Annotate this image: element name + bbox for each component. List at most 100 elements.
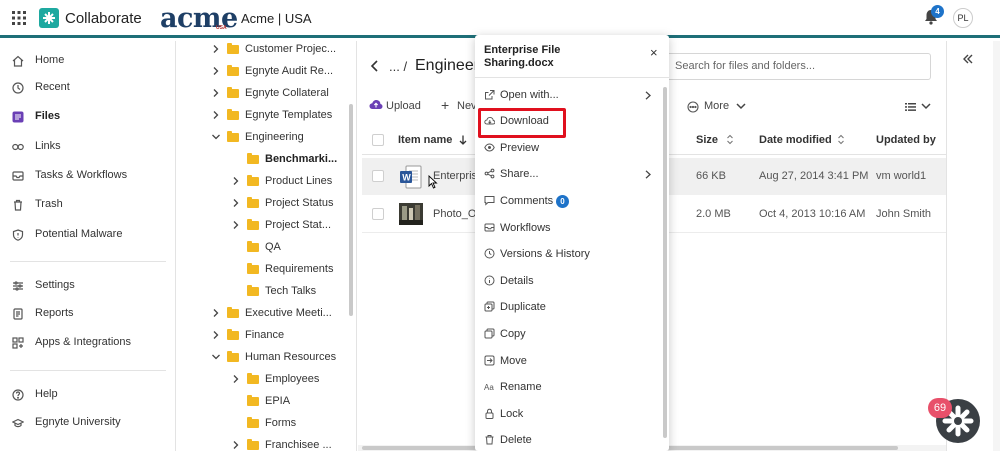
collaborate-logo-icon[interactable] [39, 8, 59, 28]
sort-toggle-icon[interactable] [726, 134, 734, 145]
upload-button[interactable]: Upload [386, 100, 421, 112]
nav-item-files[interactable]: Files [0, 105, 176, 129]
chevron-down-icon[interactable] [921, 103, 931, 110]
trash-icon [12, 199, 24, 211]
select-all-checkbox[interactable] [372, 134, 384, 146]
comment-icon [484, 195, 495, 206]
close-icon[interactable]: × [650, 45, 658, 60]
folder-icon [247, 219, 259, 230]
chevron-right-icon[interactable] [232, 221, 240, 229]
nav-item-trash[interactable]: Trash [0, 193, 176, 217]
sort-arrow-icon[interactable] [459, 135, 467, 145]
tree-scrollbar[interactable] [349, 104, 353, 316]
menu-item-workflows[interactable]: Workflows [475, 216, 661, 241]
column-header-updated-by[interactable]: Updated by [876, 134, 936, 146]
folder-icon [227, 109, 239, 120]
menu-item-share[interactable]: Share... [475, 162, 661, 187]
column-header-name[interactable]: Item name [398, 134, 452, 146]
search-input[interactable] [675, 54, 925, 78]
menu-item-lock[interactable]: Lock [475, 402, 661, 427]
nav-item-reports[interactable]: Reports [0, 302, 176, 326]
chevron-right-icon[interactable] [232, 177, 240, 185]
app-grid-icon[interactable] [12, 11, 26, 25]
chevron-right-icon[interactable] [212, 331, 220, 339]
row-checkbox[interactable] [372, 170, 384, 182]
menu-item-label: Workflows [500, 222, 551, 234]
app-name[interactable]: Collaborate [65, 10, 142, 27]
page-scrollbar[interactable] [993, 41, 1000, 451]
chevron-right-icon[interactable] [212, 67, 220, 75]
nav-item-apps-integrations[interactable]: Apps & Integrations [0, 331, 176, 355]
menu-item-label: Rename [500, 381, 542, 393]
nav-item-settings[interactable]: Settings [0, 274, 176, 298]
row-name[interactable]: Photo_O [433, 208, 476, 220]
chat-unread-badge: 69 [928, 398, 952, 418]
back-arrow-icon[interactable] [370, 60, 380, 72]
menu-item-move[interactable]: Move [475, 349, 661, 374]
menu-item-duplicate[interactable]: Duplicate [475, 295, 661, 320]
chevron-down-icon[interactable] [212, 353, 220, 361]
clock-icon [12, 82, 24, 94]
column-header-date-modified[interactable]: Date modified [759, 134, 832, 146]
tree-item-label: Customer Projec... [245, 43, 337, 55]
plus-icon[interactable]: + [441, 97, 449, 113]
chevron-right-icon[interactable] [232, 375, 240, 383]
menu-item-copy[interactable]: Copy [475, 322, 661, 347]
menu-item-label: Copy [500, 328, 526, 340]
chevron-down-icon[interactable] [736, 103, 746, 110]
graduation-icon [12, 417, 24, 429]
nav-item-links[interactable]: Links [0, 135, 176, 159]
menu-item-label: Versions & History [500, 248, 590, 260]
share-icon [484, 168, 495, 179]
folder-icon [247, 285, 259, 296]
nav-item-potential-malware[interactable]: Potential Malware [0, 223, 176, 247]
nav-item-recent[interactable]: Recent [0, 76, 176, 100]
menu-item-open-with[interactable]: Open with... [475, 83, 661, 108]
tree-item-label: Forms [265, 417, 297, 429]
more-dots-icon[interactable] [687, 101, 699, 113]
upload-cloud-icon[interactable] [369, 99, 383, 110]
chevron-right-icon[interactable] [232, 199, 240, 207]
more-button[interactable]: More [704, 100, 729, 112]
chevron-down-icon[interactable] [212, 133, 220, 141]
right-panel [946, 41, 1000, 451]
double-chevron-left-icon[interactable] [962, 53, 974, 65]
top-bar [0, 0, 1000, 38]
menu-item-delete[interactable]: Delete [475, 428, 661, 451]
chevron-right-icon[interactable] [212, 45, 220, 53]
nav-label: Apps & Integrations [35, 336, 132, 348]
nav-item-help[interactable]: Help [0, 383, 176, 407]
move-icon [484, 355, 495, 366]
menu-item-details[interactable]: Details [475, 269, 661, 294]
breadcrumb-ellipsis[interactable]: ... / [389, 59, 407, 74]
nav-item-tasks[interactable]: Tasks & Workflows [0, 164, 176, 188]
chevron-right-icon[interactable] [212, 89, 220, 97]
chevron-right-icon[interactable] [232, 441, 240, 449]
tree-item-label: Benchmarki... [265, 153, 338, 165]
tree-item-label: Project Status [265, 197, 334, 209]
menu-item-label: Duplicate [500, 301, 546, 313]
word-document-icon: W [400, 165, 422, 189]
menu-item-versions-history[interactable]: Versions & History [475, 242, 661, 267]
new-button[interactable]: Nev [457, 100, 477, 112]
menu-item-preview[interactable]: Preview [475, 136, 661, 161]
menu-scrollbar[interactable] [663, 87, 667, 438]
folder-icon [247, 417, 259, 428]
folder-icon [247, 373, 259, 384]
nav-label: Reports [35, 307, 74, 319]
nav-item-egnyte-university[interactable]: Egnyte University [0, 411, 176, 435]
row-date: Aug 27, 2014 3:41 PM [759, 170, 869, 182]
menu-item-rename[interactable]: Aa Rename [475, 375, 661, 400]
nav-label: Settings [35, 279, 75, 291]
tree-item-label: Tech Talks [265, 285, 317, 297]
row-checkbox[interactable] [372, 208, 384, 220]
chevron-right-icon[interactable] [212, 111, 220, 119]
nav-item-home[interactable]: Home [0, 49, 176, 73]
list-view-icon[interactable] [905, 103, 916, 111]
sort-toggle-icon[interactable] [837, 134, 845, 145]
avatar[interactable]: PL [953, 8, 973, 28]
column-header-size[interactable]: Size [696, 134, 718, 146]
nav-label: Recent [35, 81, 70, 93]
folder-icon [227, 43, 239, 54]
chevron-right-icon[interactable] [212, 309, 220, 317]
